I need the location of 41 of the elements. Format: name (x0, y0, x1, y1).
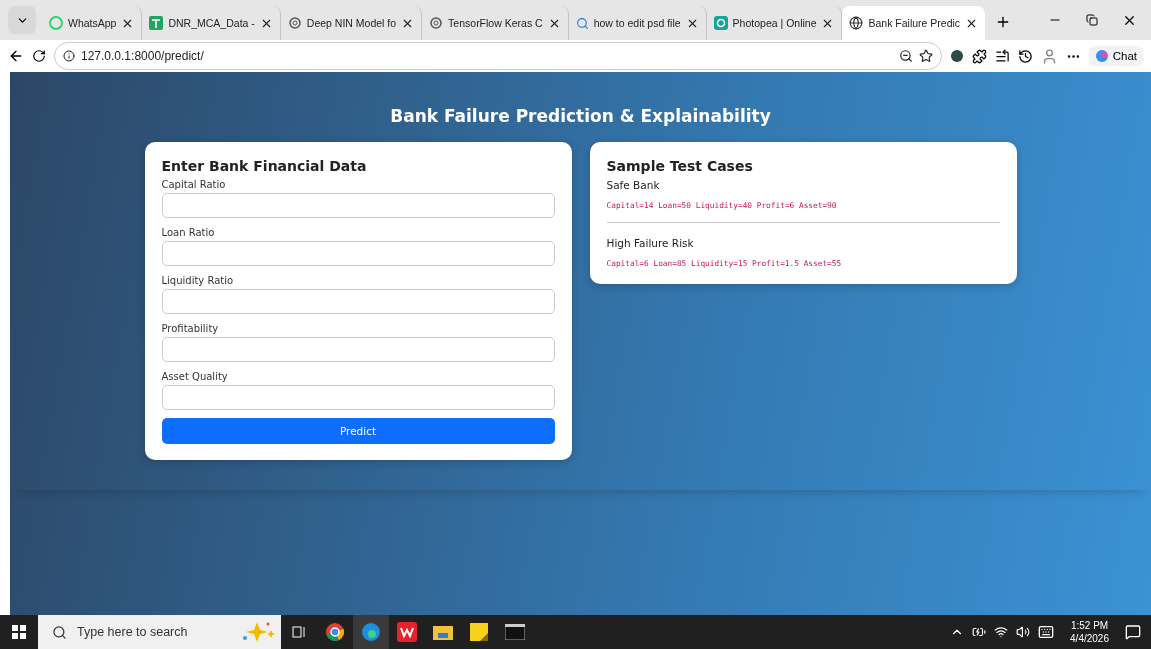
info-icon (63, 50, 75, 62)
edge-icon[interactable] (353, 615, 389, 649)
reload-icon[interactable] (32, 49, 46, 63)
card-title: Enter Bank Financial Data (161, 158, 368, 174)
input-field[interactable] (161, 241, 555, 266)
star-icon[interactable] (918, 49, 933, 63)
page-title: Bank Failure Prediction & Explainability (390, 106, 771, 126)
search-icon (575, 16, 589, 30)
field-label: Liquidity Ratio (161, 275, 235, 286)
clock[interactable]: 1:52 PM 4/4/2026 (1070, 619, 1109, 645)
puzzle-icon[interactable] (971, 48, 987, 64)
input-field[interactable] (161, 385, 555, 410)
restore-icon[interactable] (1086, 14, 1098, 26)
input-field[interactable] (161, 289, 555, 314)
browser-tab[interactable]: Bank Failure Predic (842, 6, 986, 40)
spreadsheet-icon (149, 16, 164, 30)
input-field[interactable] (161, 337, 555, 362)
field-label: Capital Ratio (161, 179, 227, 190)
globe-icon (849, 16, 864, 30)
chat-button[interactable]: Chat (1088, 46, 1143, 66)
wifi-icon[interactable] (994, 625, 1009, 639)
zoom-out-icon[interactable] (898, 49, 913, 63)
notifications-icon[interactable] (1125, 624, 1141, 640)
search-placeholder: Type here to search (77, 625, 189, 639)
field-label: Profitability (161, 323, 220, 334)
case-name: Safe Bank (606, 179, 661, 191)
input-field[interactable] (161, 193, 555, 218)
back-icon[interactable] (8, 48, 24, 64)
card-title: Sample Test Cases (606, 158, 754, 174)
favorites-icon[interactable] (994, 48, 1010, 64)
predict-button[interactable]: Predict (161, 418, 555, 444)
case-name: High Failure Risk (606, 237, 695, 249)
field-label: Asset Quality (161, 371, 229, 382)
battery-icon[interactable] (972, 625, 987, 639)
history-icon[interactable] (1017, 48, 1033, 64)
field-label: Loan Ratio (161, 227, 216, 238)
taskbar-search-field[interactable]: Type here to search (38, 615, 281, 649)
speaker-icon[interactable] (1016, 625, 1031, 639)
windows-logo-icon (12, 625, 26, 639)
search-icon (52, 624, 67, 640)
keyboard-icon[interactable] (1038, 624, 1055, 640)
